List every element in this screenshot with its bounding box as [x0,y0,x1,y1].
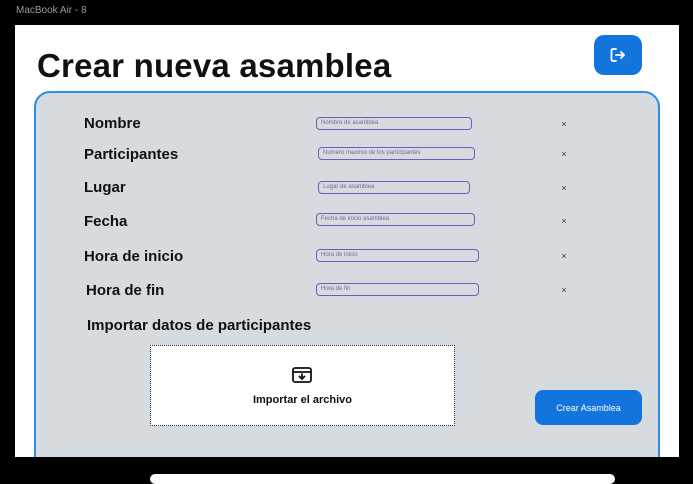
hora-fin-input[interactable]: Hora de fin [316,283,479,296]
field-label-lugar: Lugar [84,179,126,196]
fecha-input[interactable]: Fecha de inicio asamblea [316,213,475,226]
clear-hora-inicio-icon[interactable]: × [559,251,569,261]
bottom-bar [150,474,615,484]
import-heading: Importar datos de participantes [87,317,312,334]
hora-inicio-input[interactable]: Hora de inicio [316,249,479,262]
clear-fecha-icon[interactable]: × [559,216,569,226]
import-file-dropzone[interactable]: Importar el archivo [150,345,455,426]
app-canvas: Crear nueva asamblea Nombre Nombre de as… [15,25,679,457]
create-assembly-button[interactable]: Crear Asamblea [535,390,642,425]
participantes-input[interactable]: Numero maximo de los participantes [318,147,475,160]
field-label-hora-inicio: Hora de inicio [84,248,184,265]
assembly-form-panel: Nombre Nombre de asamblea × Participante… [34,91,660,457]
nombre-input[interactable]: Nombre de asamblea [316,117,472,130]
field-label-participantes: Participantes [84,146,179,163]
clear-lugar-icon[interactable]: × [559,183,569,193]
clear-nombre-icon[interactable]: × [559,119,569,129]
field-label-fecha: Fecha [84,213,128,230]
import-download-icon [292,367,312,383]
logout-button[interactable] [594,35,642,75]
frame-label: MacBook Air - 8 [16,5,87,16]
clear-participantes-icon[interactable]: × [559,149,569,159]
lugar-input[interactable]: Lugar de asamblea [318,181,470,194]
page-title: Crear nueva asamblea [37,47,392,84]
field-label-nombre: Nombre [84,115,141,132]
field-label-hora-fin: Hora de fin [86,282,165,299]
clear-hora-fin-icon[interactable]: × [559,285,569,295]
import-file-label: Importar el archivo [252,394,353,406]
logout-icon [610,48,625,62]
